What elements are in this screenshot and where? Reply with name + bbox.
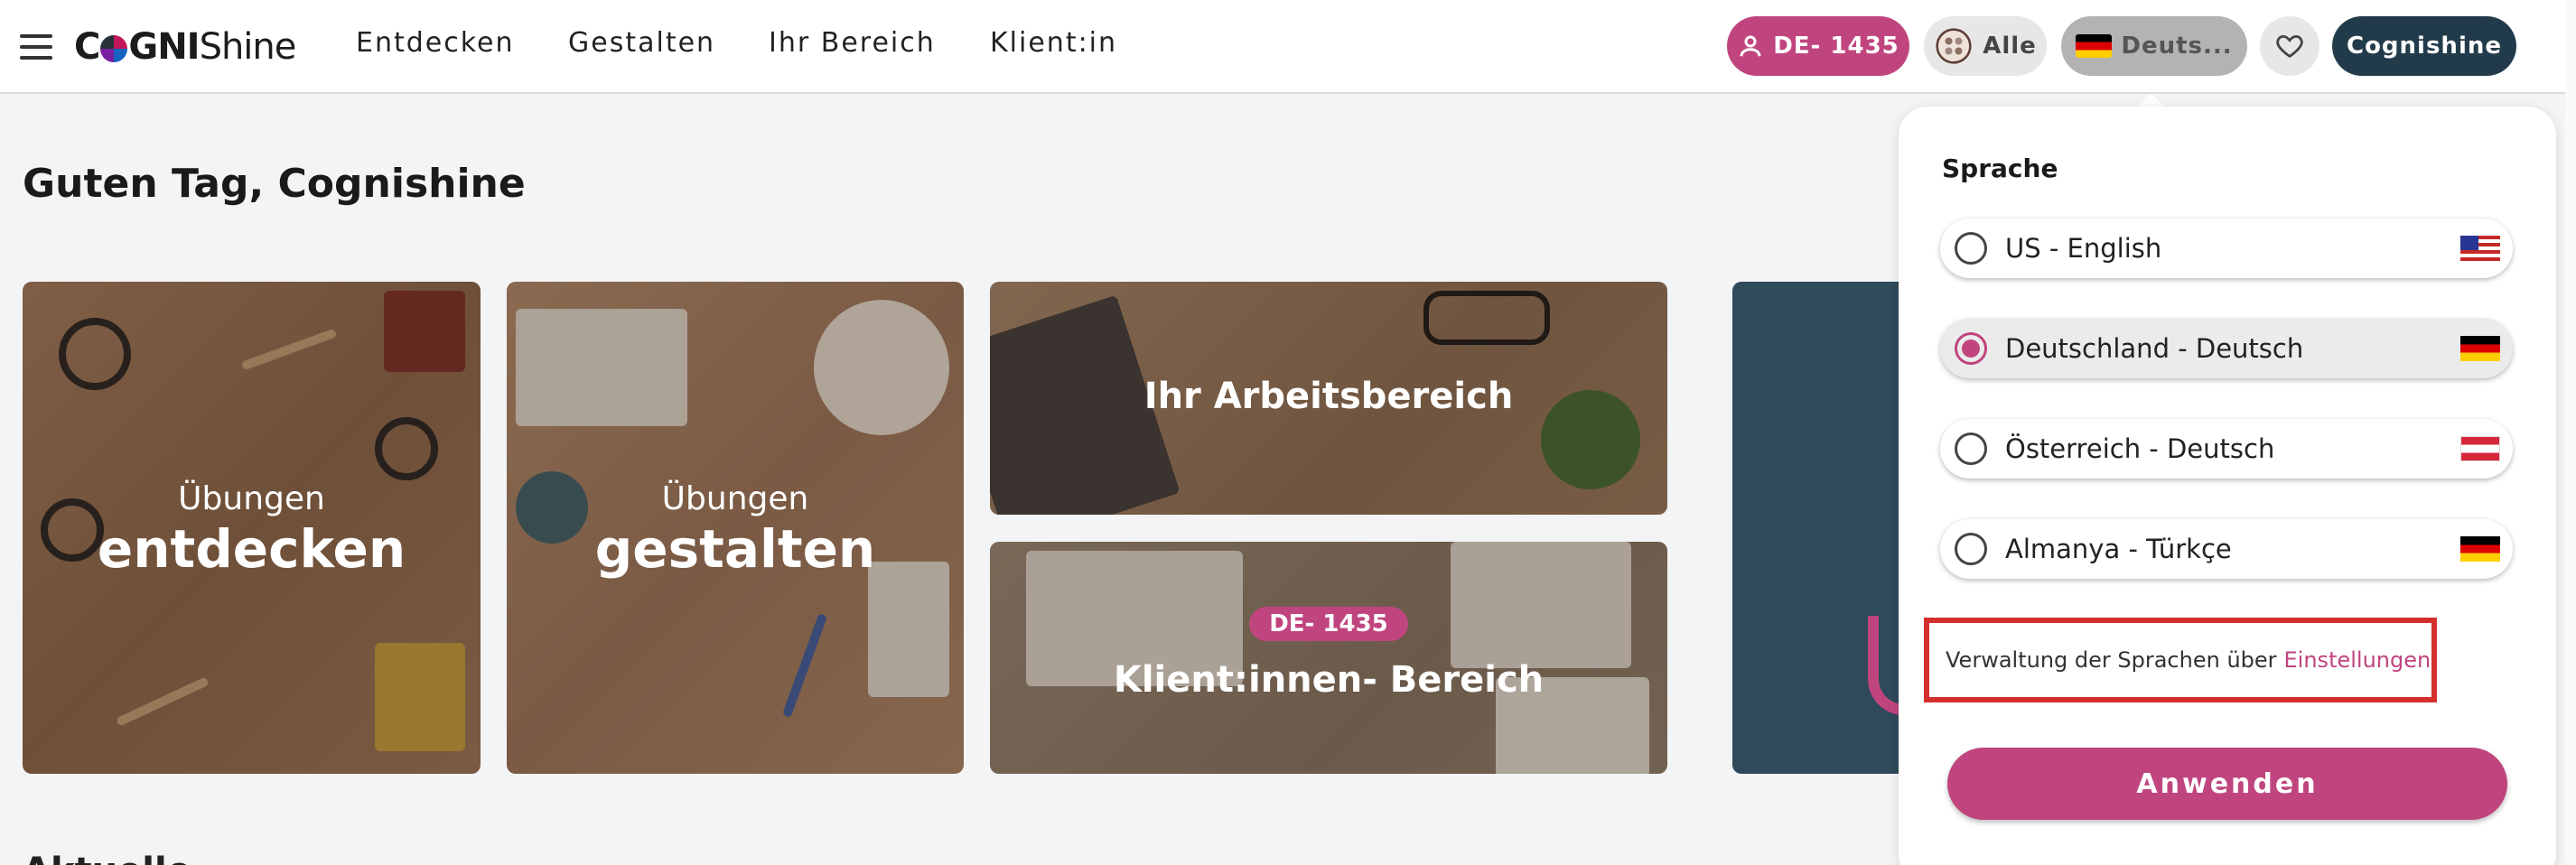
- nav-klient[interactable]: Klient:in: [990, 27, 1117, 59]
- language-option-label: Almanya - Türkçe: [2005, 534, 2232, 564]
- favorites-button[interactable]: [2260, 16, 2319, 76]
- language-option-at-deutsch[interactable]: Österreich - Deutsch: [1940, 419, 2513, 479]
- de-flag-icon: [2460, 336, 2500, 361]
- logo-text-shine: Shine: [199, 26, 297, 68]
- us-flag-icon: [2460, 236, 2500, 261]
- tile-big-label: entdecken: [97, 518, 406, 580]
- greeting-heading: Guten Tag, Cognishine: [23, 161, 526, 207]
- client-selector-button[interactable]: DE- 1435: [1727, 16, 1909, 76]
- tile-badge-row: DE- 1435: [990, 607, 1667, 641]
- menu-icon[interactable]: [20, 34, 52, 60]
- language-dropdown: Sprache US - English Deutschland - Deuts…: [1899, 107, 2556, 865]
- person-icon: [1737, 33, 1764, 60]
- radio-button[interactable]: [1955, 232, 1987, 265]
- radio-button-selected[interactable]: [1955, 332, 1987, 365]
- nav-ihr-bereich[interactable]: Ihr Bereich: [769, 27, 936, 59]
- at-flag-icon: [2460, 436, 2500, 461]
- language-option-de-deutsch[interactable]: Deutschland - Deutsch: [1940, 319, 2513, 378]
- language-option-label: Deutschland - Deutsch: [2005, 333, 2304, 364]
- language-option-tr-tuerkce[interactable]: Almanya - Türkçe: [1940, 519, 2513, 579]
- tile-promo[interactable]: [1732, 282, 1913, 774]
- nav-gestalten[interactable]: Gestalten: [568, 27, 715, 59]
- cognishine-logo[interactable]: C GNI Shine: [74, 23, 297, 70]
- page-scrollbar[interactable]: [2565, 0, 2576, 865]
- apply-button[interactable]: Anwenden: [1947, 748, 2507, 820]
- settings-link[interactable]: Einstellungen: [2284, 647, 2431, 673]
- filter-all-button[interactable]: Alle: [1924, 16, 2047, 76]
- radio-button[interactable]: [1955, 533, 1987, 565]
- radio-button[interactable]: [1955, 432, 1987, 465]
- nav-entdecken[interactable]: Entdecken: [356, 27, 515, 59]
- tile-klientinnen-bereich[interactable]: DE- 1435 Klient:innen- Bereich: [990, 542, 1667, 774]
- language-option-label: US - English: [2005, 233, 2162, 264]
- language-selector-label: Deuts...: [2121, 33, 2233, 60]
- manage-languages-note: Verwaltung der Sprachen über Einstellung…: [1924, 618, 2437, 702]
- tile-overlay: [990, 542, 1667, 774]
- tile-big-label: Ihr Arbeitsbereich: [1143, 376, 1514, 417]
- filter-all-label: Alle: [1983, 33, 2037, 60]
- tile-big-label: gestalten: [594, 518, 876, 580]
- logo-o-icon: [100, 35, 128, 62]
- tile-small-label: Übungen: [178, 480, 325, 517]
- logo-text-gni: GNI: [128, 26, 200, 68]
- section-heading: Aktuelle Empfehlungen: [23, 851, 384, 865]
- logo-text-c: C: [74, 26, 100, 68]
- de-flag-icon: [2460, 536, 2500, 562]
- client-id-badge: DE- 1435: [1249, 607, 1408, 641]
- dropdown-title: Sprache: [1942, 153, 2058, 183]
- tile-big-label: Klient:innen- Bereich: [1113, 659, 1545, 701]
- brain-icon: [1934, 26, 1974, 66]
- language-selector-button[interactable]: Deuts...: [2061, 16, 2247, 76]
- top-header: C GNI Shine Entdecken Gestalten Ihr Bere…: [0, 0, 2576, 94]
- tile-uebungen-entdecken[interactable]: Übungen entdecken: [23, 282, 481, 774]
- language-option-us-english[interactable]: US - English: [1940, 219, 2513, 278]
- de-flag-icon: [2076, 34, 2113, 58]
- tile-small-label: Übungen: [661, 480, 809, 517]
- manage-languages-text: Verwaltung der Sprachen über: [1946, 647, 2277, 673]
- tile-ihr-arbeitsbereich[interactable]: Ihr Arbeitsbereich: [990, 282, 1667, 515]
- client-id-label: DE- 1435: [1773, 33, 1899, 60]
- language-option-label: Österreich - Deutsch: [2005, 433, 2275, 464]
- user-menu-button[interactable]: Cognishine: [2332, 16, 2516, 76]
- heart-icon: [2276, 34, 2303, 59]
- tile-uebungen-gestalten[interactable]: Übungen gestalten: [507, 282, 964, 774]
